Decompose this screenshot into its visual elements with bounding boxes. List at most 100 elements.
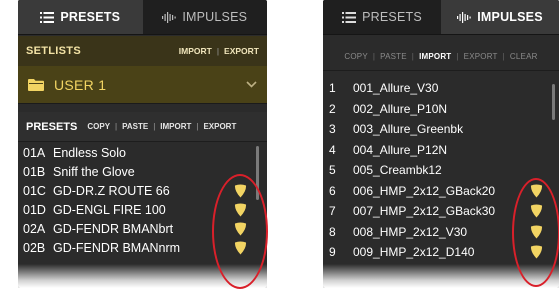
impulse-name: 008_HMP_2x12_V30 [353,224,468,239]
separator: | [502,51,505,61]
preset-id: 01C [23,183,46,198]
guitar-pick-icon [530,245,543,259]
chevron-down-icon [246,81,257,88]
presets-title: PRESETS [26,120,78,133]
impulse-row[interactable]: 1 001_Allure_V30 [323,78,559,99]
preset-row[interactable]: 01D GD-ENGL FIRE 100 [18,200,267,219]
separator: | [216,46,220,56]
impulse-row[interactable]: 8 008_HMP_2x12_V30 [323,222,559,243]
preset-id: 01B [23,164,46,179]
guitar-pick-icon [234,241,247,255]
setlist-select[interactable]: USER 1 [18,66,267,104]
guitar-pick-icon [530,225,543,239]
impulse-row[interactable]: 2 002_Allure_P10N [323,99,559,120]
impulse-row[interactable]: 7 007_HMP_2x12_GBack30 [323,201,559,222]
scrollbar[interactable] [256,146,259,200]
impulse-name: 003_Allure_Greenbk [353,122,464,137]
preset-name: Sniff the Glove [53,164,135,179]
impulse-import-button[interactable]: IMPORT [419,52,451,61]
impulse-name: 009_HMP_2x12_D140 [353,245,475,260]
tab-impulses[interactable]: IMPULSES [441,0,559,35]
preset-id: 02A [23,221,46,236]
tab-bar: PRESETS IMPULSES [18,0,267,35]
preset-copy-button[interactable]: COPY [87,122,110,131]
guitar-pick-icon [530,204,543,218]
waveform-icon [457,11,471,23]
guitar-pick-icon [234,222,247,236]
tab-impulses[interactable]: IMPULSES [142,0,267,35]
preset-row[interactable]: 02B GD-FENDR BMANnrm [18,238,267,257]
separator: | [411,51,415,61]
preset-export-button[interactable]: EXPORT [203,122,236,131]
impulse-row[interactable]: 6 006_HMP_2x12_GBack20 [323,181,559,202]
impulse-row[interactable]: 3 003_Allure_Greenbk [323,119,559,140]
tab-impulses-label: IMPULSES [477,10,543,24]
preset-name: Endless Solo [53,145,126,160]
impulse-name: 007_HMP_2x12_GBack30 [353,204,496,219]
preset-list: 01A Endless Solo 01B Sniff the Glove 01C… [18,143,267,288]
impulse-number: 1 [329,81,336,96]
tab-impulses-label: IMPULSES [182,10,248,24]
impulse-number: 8 [329,224,336,239]
impulse-number: 5 [329,163,336,178]
impulse-name: 005_Creambk12 [353,163,442,178]
preset-name: GD-DR.Z ROUTE 66 [53,183,170,198]
impulse-number: 6 [329,183,336,198]
preset-name: GD-FENDR BMANnrm [53,240,181,255]
preset-id: 01D [23,202,46,217]
preset-import-button[interactable]: IMPORT [160,122,191,131]
impulses-panel: PRESETS IMPULSES COPY | PASTE | IMPORT |… [323,0,559,288]
separator: | [153,122,156,131]
impulse-toolbar: COPY | PASTE | IMPORT | EXPORT | CLEAR [323,42,559,71]
impulse-export-button[interactable]: EXPORT [464,52,498,61]
impulse-row[interactable]: 4 004_Allure_P12N [323,140,559,161]
impulse-number: 2 [329,101,336,116]
setlists-import-button[interactable]: IMPORT [179,46,212,56]
impulse-list: 1 001_Allure_V30 2 002_Allure_P10N 3 003… [323,78,559,288]
setlists-title: SETLISTS [26,45,81,57]
guitar-pick-icon [234,203,247,217]
preset-row[interactable]: 01C GD-DR.Z ROUTE 66 [18,181,267,200]
guitar-pick-icon [234,184,247,198]
presets-header: PRESETS COPY | PASTE | IMPORT | EXPORT [18,112,267,142]
impulse-name: 004_Allure_P12N [353,142,448,157]
tab-presets[interactable]: PRESETS [323,0,441,35]
separator: | [196,122,199,131]
separator: | [115,122,118,131]
impulse-copy-button[interactable]: COPY [344,52,367,61]
preset-row[interactable]: 01B Sniff the Glove [18,162,267,181]
tab-presets-label: PRESETS [60,10,121,24]
impulse-name: 001_Allure_V30 [353,81,439,96]
impulse-paste-button[interactable]: PASTE [380,52,407,61]
waveform-icon [162,11,177,23]
impulse-clear-button[interactable]: CLEAR [510,52,538,61]
list-icon [342,11,357,23]
impulse-name: 002_Allure_P10N [353,101,448,116]
tab-presets[interactable]: PRESETS [18,0,143,35]
setlists-header: SETLISTS IMPORT | EXPORT [18,36,267,66]
impulse-number: 4 [329,142,336,157]
preset-paste-button[interactable]: PASTE [122,122,148,131]
folder-icon [28,78,44,91]
tab-bar: PRESETS IMPULSES [323,0,559,35]
separator: | [372,51,376,61]
preset-name: GD-ENGL FIRE 100 [53,202,166,217]
presets-panel: PRESETS IMPULSES SETLISTS IMPORT | EXPOR… [18,0,267,288]
preset-row[interactable]: 01A Endless Solo [18,143,267,162]
preset-row[interactable]: 02A GD-FENDR BMANbrt [18,219,267,238]
separator: | [456,51,459,61]
impulse-number: 9 [329,245,336,260]
tab-presets-label: PRESETS [362,10,422,24]
preset-id: 01A [23,145,46,160]
setlists-export-button[interactable]: EXPORT [224,46,259,56]
setlist-select-value: USER 1 [54,76,107,93]
guitar-pick-icon [530,184,543,198]
impulse-row[interactable]: 5 005_Creambk12 [323,160,559,181]
impulse-row[interactable]: 9 009_HMP_2x12_D140 [323,242,559,263]
preset-name: GD-FENDR BMANbrt [53,221,174,236]
list-icon [40,11,55,23]
scrollbar[interactable] [552,84,555,120]
presets-actions: COPY | PASTE | IMPORT | EXPORT [87,122,236,131]
impulse-number: 3 [329,122,336,137]
preset-id: 02B [23,240,46,255]
